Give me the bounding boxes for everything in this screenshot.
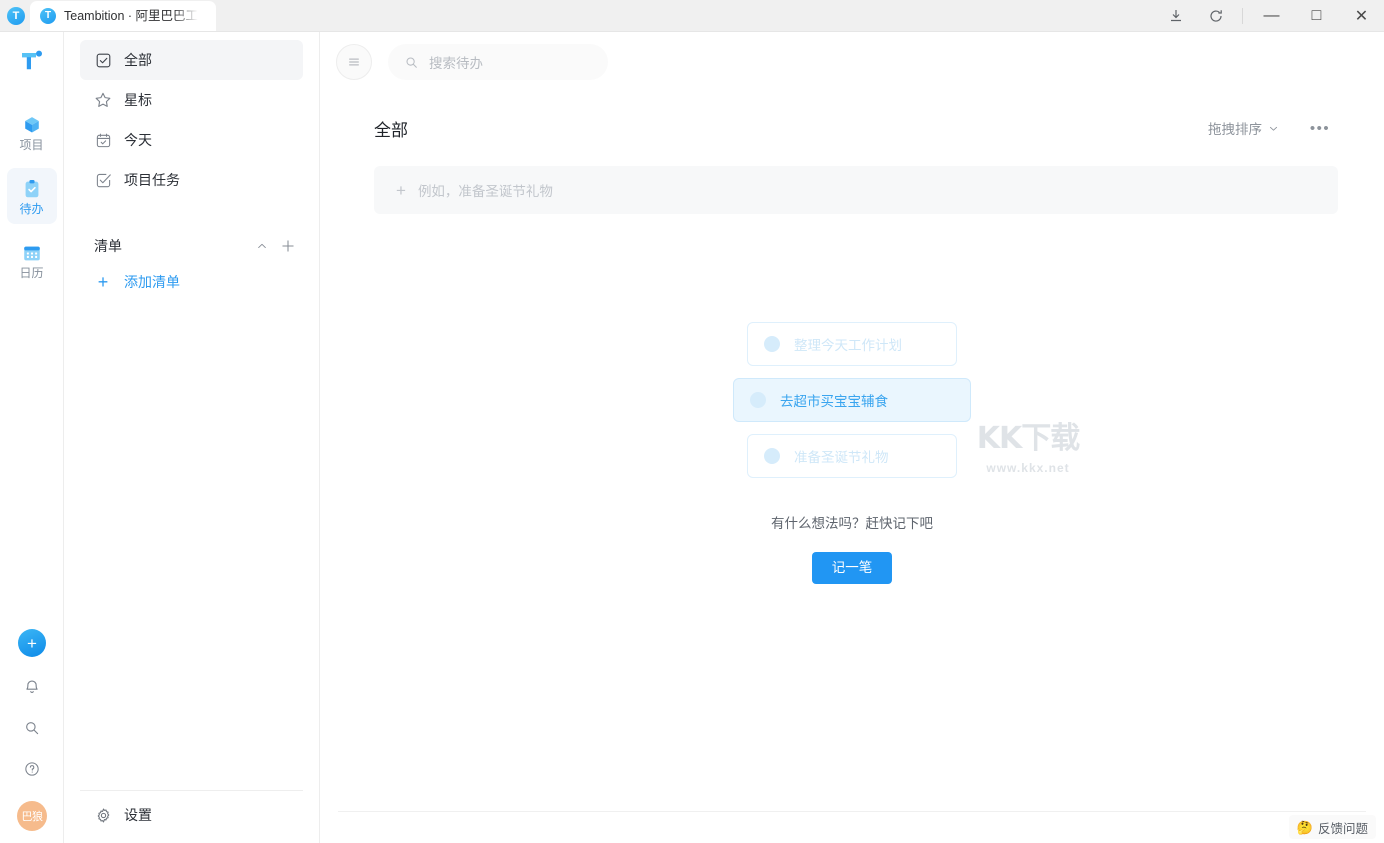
checkbox-checked-icon bbox=[94, 51, 112, 69]
main-panel: 搜索待办 全部 拖拽排序 ••• + 例如，准备圣诞节礼物 bbox=[320, 32, 1384, 843]
chevron-down-icon bbox=[1267, 122, 1280, 135]
search-icon bbox=[404, 55, 419, 70]
rail-item-calendar[interactable]: 日历 bbox=[7, 232, 57, 288]
main-header: 全部 拖拽排序 ••• bbox=[320, 100, 1384, 156]
tab-strip: T Teambition · 阿里巴巴工 bbox=[30, 0, 216, 31]
feedback-label: 反馈问题 bbox=[1318, 818, 1368, 837]
download-icon[interactable] bbox=[1156, 0, 1196, 32]
tab-favicon-icon: T bbox=[40, 8, 56, 24]
browser-tab-teambition[interactable]: T Teambition · 阿里巴巴工 bbox=[30, 1, 216, 31]
ghost-task-card: 准备圣诞节礼物 bbox=[747, 434, 957, 478]
help-circle-icon[interactable] bbox=[23, 758, 41, 780]
rail-bottom-actions: + bbox=[0, 629, 64, 831]
minimize-button[interactable]: — bbox=[1249, 0, 1294, 32]
gear-icon bbox=[94, 806, 112, 824]
window-controls: — □ ✕ bbox=[1156, 0, 1384, 32]
rail-label-calendar: 日历 bbox=[19, 267, 43, 279]
circle-icon bbox=[764, 448, 780, 464]
tab-title: Teambition · 阿里巴巴工 bbox=[64, 1, 198, 31]
list-sidebar: 全部 星标 今天 bbox=[64, 32, 320, 843]
user-avatar[interactable]: 巴狼 bbox=[17, 801, 47, 831]
main-toolbar: 搜索待办 bbox=[320, 32, 1384, 92]
sort-label: 拖拽排序 bbox=[1208, 118, 1262, 138]
settings-button[interactable]: 设置 bbox=[80, 797, 303, 833]
ghost-task-text: 整理今天工作计划 bbox=[794, 334, 902, 354]
more-options-button[interactable]: ••• bbox=[1304, 112, 1336, 144]
sort-dropdown[interactable]: 拖拽排序 bbox=[1208, 118, 1280, 138]
cube-icon bbox=[21, 114, 43, 136]
ghost-task-card: 整理今天工作计划 bbox=[747, 322, 957, 366]
add-task-input[interactable]: + 例如，准备圣诞节礼物 bbox=[374, 166, 1338, 214]
emoji-thinking-icon: 🤔 bbox=[1297, 821, 1313, 834]
rail-label-todo: 待办 bbox=[19, 203, 43, 215]
add-task-placeholder: 例如，准备圣诞节礼物 bbox=[418, 180, 553, 200]
application-window: T T Teambition · 阿里巴巴工 bbox=[0, 0, 1384, 843]
add-button[interactable]: + bbox=[18, 629, 46, 657]
sidebar-label-today: 今天 bbox=[124, 130, 152, 150]
create-note-button[interactable]: 记一笔 bbox=[812, 552, 893, 584]
sidebar-item-starred[interactable]: 星标 bbox=[80, 80, 303, 120]
list-group-title: 清单 bbox=[94, 236, 122, 256]
star-icon bbox=[94, 91, 112, 109]
add-list-label: 添加清单 bbox=[124, 272, 180, 292]
app-body: 项目 待办 bbox=[0, 32, 1384, 843]
sidebar-item-today[interactable]: 今天 bbox=[80, 120, 303, 160]
empty-state: 整理今天工作计划 去超市买宝宝辅食 准备圣诞节礼物 有什么想法吗？赶快记下吧 记… bbox=[320, 214, 1384, 843]
ghost-task-card-highlighted: 去超市买宝宝辅食 bbox=[733, 378, 971, 422]
title-bar: T T Teambition · 阿里巴巴工 bbox=[0, 0, 1384, 32]
rail-item-todo[interactable]: 待办 bbox=[7, 168, 57, 224]
list-group-header: 清单 bbox=[80, 230, 303, 262]
footer-divider bbox=[338, 811, 1366, 812]
search-input[interactable]: 搜索待办 bbox=[388, 44, 608, 80]
plus-icon: + bbox=[396, 182, 406, 199]
page-title: 全部 bbox=[374, 116, 408, 141]
rail-item-projects[interactable]: 项目 bbox=[7, 104, 57, 160]
calendar-icon bbox=[21, 242, 43, 264]
close-button[interactable]: ✕ bbox=[1339, 0, 1384, 32]
check-square-icon bbox=[94, 171, 112, 189]
ghost-task-text: 准备圣诞节礼物 bbox=[794, 446, 889, 466]
sidebar-item-all[interactable]: 全部 bbox=[80, 40, 303, 80]
teambition-logo-icon bbox=[15, 44, 49, 78]
add-list-icon[interactable] bbox=[275, 233, 301, 259]
add-list-button[interactable]: + 添加清单 bbox=[80, 262, 303, 302]
refresh-icon[interactable] bbox=[1196, 0, 1236, 32]
circle-icon bbox=[750, 392, 766, 408]
chevron-up-icon[interactable] bbox=[249, 233, 275, 259]
feedback-button[interactable]: 🤔 反馈问题 bbox=[1289, 815, 1376, 839]
sidebar-label-project-tasks: 项目任务 bbox=[124, 170, 180, 190]
bell-icon[interactable] bbox=[23, 676, 41, 698]
search-placeholder: 搜索待办 bbox=[429, 52, 483, 72]
sidebar-footer: 设置 bbox=[80, 790, 303, 843]
app-logo-icon: T bbox=[6, 6, 26, 26]
empty-state-tip: 有什么想法吗？赶快记下吧 bbox=[771, 512, 933, 532]
hamburger-icon[interactable] bbox=[336, 44, 372, 80]
ghost-task-text: 去超市买宝宝辅食 bbox=[780, 390, 888, 410]
rail-label-projects: 项目 bbox=[19, 139, 43, 151]
circle-icon bbox=[764, 336, 780, 352]
settings-label: 设置 bbox=[124, 805, 152, 825]
icon-rail: 项目 待办 bbox=[0, 32, 64, 843]
search-icon[interactable] bbox=[23, 717, 41, 739]
sidebar-label-all: 全部 bbox=[124, 50, 152, 70]
maximize-button[interactable]: □ bbox=[1294, 0, 1339, 32]
controls-divider bbox=[1242, 8, 1243, 24]
clipboard-check-icon bbox=[21, 178, 43, 200]
plus-icon: + bbox=[94, 273, 112, 291]
sidebar-label-starred: 星标 bbox=[124, 90, 152, 110]
sidebar-item-project-tasks[interactable]: 项目任务 bbox=[80, 160, 303, 200]
calendar-check-icon bbox=[94, 131, 112, 149]
